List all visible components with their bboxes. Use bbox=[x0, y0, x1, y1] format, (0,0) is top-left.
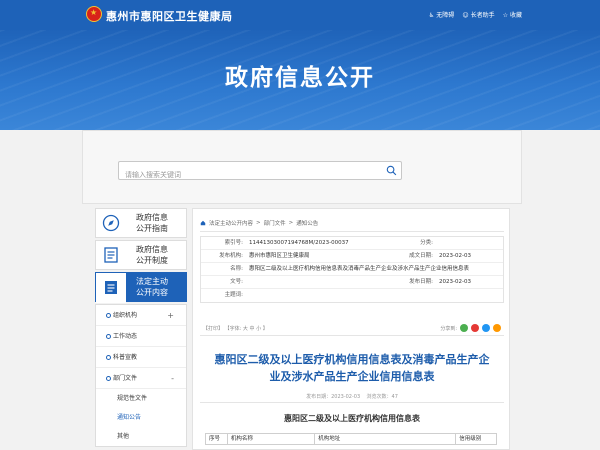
document-list-icon bbox=[104, 247, 118, 263]
elder-care-icon: ☺ bbox=[462, 12, 469, 19]
sidebar-item-work-news[interactable]: 工作动态 bbox=[96, 326, 186, 347]
expand-icon[interactable]: + bbox=[167, 305, 174, 326]
sidebar-subitem-other[interactable]: 其他 bbox=[96, 427, 186, 446]
divider bbox=[200, 402, 504, 403]
search-icon[interactable] bbox=[386, 165, 397, 176]
bullet-icon bbox=[106, 313, 111, 318]
document-title: 惠阳区二级及以上医疗机构信用信息表及消毒产品生产企 业及涉水产品生产企业信用信息… bbox=[214, 353, 490, 383]
breadcrumb-item[interactable]: 通知公告 bbox=[296, 219, 318, 227]
sidebar-subitem-regulations[interactable]: 规范性文件 bbox=[96, 389, 186, 408]
written-date: 2023-02-03 bbox=[439, 253, 471, 259]
sidebar-item-organization[interactable]: 组织机构 + bbox=[96, 305, 186, 326]
bookmark-icon: ☆ bbox=[502, 12, 508, 19]
qq-share-icon[interactable] bbox=[482, 324, 490, 332]
index-number: 114413030071947​68M/2023-00037 bbox=[249, 240, 349, 246]
accessibility-icon: ♿ bbox=[428, 12, 435, 19]
column-header: 机构名称 bbox=[228, 434, 316, 444]
divider bbox=[200, 231, 504, 232]
print-button[interactable]: 【打印】 bbox=[203, 326, 223, 332]
publisher: 惠州市惠阳区卫生健康局 bbox=[249, 253, 310, 259]
column-header: 机构地址 bbox=[315, 434, 457, 444]
font-small-button[interactable]: 小 bbox=[256, 326, 261, 332]
compass-icon bbox=[102, 214, 120, 232]
sidebar-menu: 组织机构 + 工作动态 科普宣教 部门文件 - 规范性文件 通知公告 其他 bbox=[95, 304, 187, 447]
folder-document-icon bbox=[105, 281, 117, 294]
main-content: 法定主动公开内容 > 部门文件 > 通知公告 索引号: 114413030071… bbox=[192, 208, 510, 450]
document-name: 惠阳区二级及以上医疗机构信用信息表及消毒产品生产企业及涉水产品生产企业信用信息表 bbox=[249, 266, 470, 272]
table-title: 惠阳区二级及以上医疗机构信用信息表 bbox=[284, 414, 420, 423]
site-title[interactable]: 惠州市惠阳区卫生健康局 bbox=[106, 8, 233, 24]
bullet-icon bbox=[106, 355, 111, 360]
sidebar-subitem-notices[interactable]: 通知公告 bbox=[96, 408, 186, 427]
weibo-share-icon[interactable] bbox=[471, 324, 479, 332]
collapse-icon[interactable]: - bbox=[171, 368, 174, 389]
national-emblem-icon bbox=[86, 6, 102, 22]
bullet-icon bbox=[106, 334, 111, 339]
breadcrumb: 法定主动公开内容 > 部门文件 > 通知公告 bbox=[200, 219, 318, 227]
top-links: ♿ 无障碍 ☺ 长者助手 ☆ 收藏 bbox=[429, 10, 522, 19]
wechat-share-icon[interactable] bbox=[460, 324, 468, 332]
sidebar: 政府信息 公开指南 政府信息 公开制度 法定主动 公开内容 组织机构 + 工作动… bbox=[95, 208, 187, 447]
elder-care-link[interactable]: ☺ 长者助手 bbox=[462, 10, 494, 19]
publish-date: 2023-02-03 bbox=[439, 279, 471, 285]
top-header: 惠州市惠阳区卫生健康局 ♿无障碍 ☺长者助手 ☆收藏 bbox=[0, 0, 600, 30]
document-toolbar: 【打印】 【字体: 大 中 小 】 分享到: bbox=[200, 322, 504, 336]
document-stats: 发布日期：2023-02-03 浏览次数：47 bbox=[306, 394, 398, 400]
sidebar-card-guide[interactable]: 政府信息 公开指南 bbox=[95, 208, 187, 238]
home-icon bbox=[200, 220, 206, 226]
column-header: 信用级别 bbox=[459, 436, 482, 442]
column-header: 序号 bbox=[206, 434, 228, 444]
sidebar-item-science[interactable]: 科普宣教 bbox=[96, 347, 186, 368]
font-medium-button[interactable]: 中 bbox=[250, 326, 255, 332]
document-meta-table: 索引号: 114413030071947​68M/2023-00037 分类: … bbox=[200, 236, 504, 303]
search-box[interactable] bbox=[118, 161, 402, 184]
banner: 政府信息公开 bbox=[0, 30, 600, 130]
bullet-icon bbox=[106, 376, 111, 381]
breadcrumb-item[interactable]: 部门文件 bbox=[264, 219, 286, 227]
bookmark-link[interactable]: ☆ 收藏 bbox=[503, 10, 522, 19]
sidebar-card-system[interactable]: 政府信息 公开制度 bbox=[95, 240, 187, 270]
table-header: 序号 机构名称 机构地址 信用级别 bbox=[205, 433, 497, 445]
breadcrumb-item[interactable]: 法定主动公开内容 bbox=[209, 219, 253, 227]
qzone-share-icon[interactable] bbox=[493, 324, 501, 332]
search-input[interactable] bbox=[119, 166, 359, 184]
font-large-button[interactable]: 大 bbox=[243, 326, 248, 332]
accessibility-link[interactable]: ♿ 无障碍 bbox=[429, 10, 454, 19]
sidebar-card-content[interactable]: 法定主动 公开内容 bbox=[95, 272, 187, 303]
banner-title: 政府信息公开 bbox=[225, 65, 375, 91]
sidebar-item-dept-files[interactable]: 部门文件 - bbox=[96, 368, 186, 389]
